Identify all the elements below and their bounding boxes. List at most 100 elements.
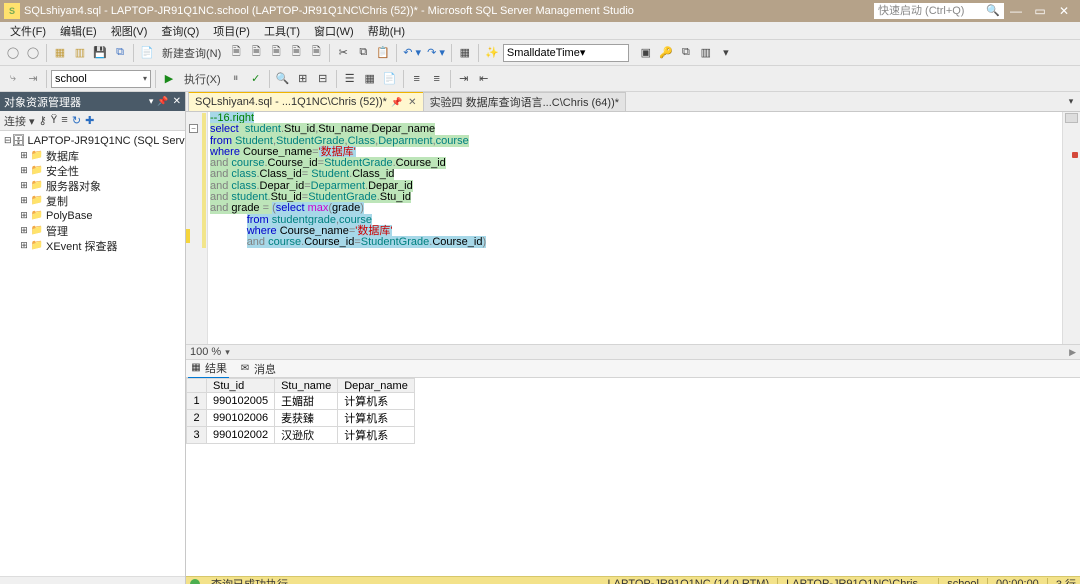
- menu-project[interactable]: 项目(P): [207, 22, 256, 40]
- table-cell[interactable]: 990102006: [207, 410, 275, 427]
- disconnect-icon[interactable]: ⇥: [24, 69, 42, 89]
- maximize-button[interactable]: ▭: [1028, 1, 1052, 21]
- split-handle-icon[interactable]: [1065, 113, 1078, 123]
- tree-node[interactable]: ⊞数据库: [0, 148, 185, 163]
- nav-fwd-button[interactable]: ◯: [24, 43, 42, 63]
- result-tab-messages[interactable]: ✉ 消息: [237, 360, 278, 378]
- zoom-value[interactable]: 100 %: [190, 346, 221, 358]
- panel-dropdown-icon[interactable]: ▾: [149, 96, 154, 107]
- wand-icon[interactable]: ✨: [483, 43, 501, 63]
- save-all-icon[interactable]: ⧉: [111, 43, 129, 63]
- nav-back-button[interactable]: ◯: [4, 43, 22, 63]
- table-cell[interactable]: 计算机系: [338, 393, 415, 410]
- opt1-icon[interactable]: ▣: [637, 43, 655, 63]
- tree-node[interactable]: ⊞XEvent 探查器: [0, 238, 185, 253]
- tab-active[interactable]: SQLshiyan4.sql - ...1Q1NC\Chris (52))* 📌…: [188, 92, 424, 111]
- plan-icon[interactable]: ⊞: [294, 69, 312, 89]
- editor-hscroll-right-icon[interactable]: ▶: [1069, 347, 1076, 358]
- panel-close-icon[interactable]: ✕: [173, 96, 181, 107]
- query-type2-icon[interactable]: 🗎: [247, 43, 265, 63]
- quick-launch-input[interactable]: 快速启动 (Ctrl+Q) 🔍: [874, 3, 1004, 19]
- table-cell[interactable]: 汉逊欣: [275, 427, 338, 444]
- minimize-button[interactable]: —: [1004, 1, 1028, 21]
- copy-icon[interactable]: ⧉: [354, 43, 372, 63]
- tree-node[interactable]: ⊞复制: [0, 193, 185, 208]
- parse-icon[interactable]: 🔍: [274, 69, 292, 89]
- new-query-icon[interactable]: 📄: [138, 43, 156, 63]
- column-header[interactable]: Stu_id: [207, 379, 275, 393]
- ytick-icon[interactable]: Ÿ: [51, 115, 58, 127]
- object-tree[interactable]: ⊟ LAPTOP-JR91Q1NC (SQL Server 14.0. ⊞数据库…: [0, 131, 185, 576]
- zoom-dropdown-icon[interactable]: ▾: [225, 347, 230, 358]
- table-cell[interactable]: 计算机系: [338, 410, 415, 427]
- undo-icon[interactable]: ↶ ▾: [401, 43, 423, 63]
- opt5-icon[interactable]: ▾: [717, 43, 735, 63]
- tab-other[interactable]: 实验四 数据库查询语言...C\Chris (64))*: [423, 92, 626, 111]
- menu-query[interactable]: 查询(Q): [155, 22, 205, 40]
- results-grid[interactable]: Stu_idStu_nameDepar_name1990102005王媚甜计算机…: [186, 378, 1080, 444]
- object-explorer-scrollbar[interactable]: [0, 576, 185, 584]
- code-scrollbar[interactable]: [1062, 112, 1080, 344]
- query-type5-icon[interactable]: 🗎: [307, 43, 325, 63]
- table-row[interactable]: 2990102006麦获臻计算机系: [187, 410, 415, 427]
- comment-icon[interactable]: ≡: [408, 69, 426, 89]
- opt2-icon[interactable]: 🔑: [657, 43, 675, 63]
- tab-pin-icon[interactable]: 📌: [391, 97, 402, 108]
- query-type3-icon[interactable]: 🗎: [267, 43, 285, 63]
- query-type-icon[interactable]: 🗎: [227, 43, 245, 63]
- save-icon[interactable]: 💾: [91, 43, 109, 63]
- filter-icon[interactable]: ⚷: [39, 114, 47, 128]
- new-query-button[interactable]: 新建查询(N): [158, 43, 225, 63]
- table-cell[interactable]: 计算机系: [338, 427, 415, 444]
- fold-icon[interactable]: −: [189, 124, 198, 133]
- execute-button[interactable]: 执行(X): [180, 69, 225, 89]
- table-cell[interactable]: 990102002: [207, 427, 275, 444]
- result-file-icon[interactable]: 📄: [381, 69, 399, 89]
- arrow-icon[interactable]: ⤷: [4, 69, 22, 89]
- new-project-icon[interactable]: ▦: [51, 43, 69, 63]
- tree-node[interactable]: ⊞PolyBase: [0, 208, 185, 223]
- uncomment-icon[interactable]: ≡: [428, 69, 446, 89]
- opt4-icon[interactable]: ▥: [697, 43, 715, 63]
- column-header[interactable]: Depar_name: [338, 379, 415, 393]
- grid-icon[interactable]: ▦: [456, 43, 474, 63]
- type-combo[interactable]: SmalldateTime ▾: [503, 44, 629, 62]
- tree-node[interactable]: ⊞服务器对象: [0, 178, 185, 193]
- column-header[interactable]: Stu_name: [275, 379, 338, 393]
- execute-icon[interactable]: ▶: [160, 69, 178, 89]
- menu-window[interactable]: 窗口(W): [308, 22, 360, 40]
- close-button[interactable]: ✕: [1052, 1, 1076, 21]
- table-row[interactable]: 1990102005王媚甜计算机系: [187, 393, 415, 410]
- menu-help[interactable]: 帮助(H): [362, 22, 411, 40]
- result-text-icon[interactable]: ☰: [341, 69, 359, 89]
- tree-node[interactable]: ⊞管理: [0, 223, 185, 238]
- plus-icon[interactable]: ✚: [85, 114, 94, 128]
- paste-icon[interactable]: 📋: [374, 43, 392, 63]
- tab-close-icon[interactable]: ✕: [408, 97, 416, 108]
- cut-icon[interactable]: ✂: [334, 43, 352, 63]
- opt3-icon[interactable]: ⧉: [677, 43, 695, 63]
- cancel-icon[interactable]: ✓: [247, 69, 265, 89]
- panel-pin-icon[interactable]: 📌: [157, 96, 168, 107]
- open-icon[interactable]: ▥: [71, 43, 89, 63]
- result-tab-grid[interactable]: ▦ 结果: [188, 359, 229, 379]
- code-content[interactable]: --16.rightselect student.Stu_id,Stu_name…: [208, 112, 1062, 344]
- menu-tools[interactable]: 工具(T): [258, 22, 306, 40]
- connect-button[interactable]: 连接 ▾: [4, 113, 35, 129]
- query-type4-icon[interactable]: 🗎: [287, 43, 305, 63]
- db-combo[interactable]: school ▾: [51, 70, 151, 88]
- table-cell[interactable]: 990102005: [207, 393, 275, 410]
- table-cell[interactable]: 麦获臻: [275, 410, 338, 427]
- outdent-icon[interactable]: ⇤: [475, 69, 493, 89]
- debug-icon[interactable]: ⏸: [227, 69, 245, 89]
- tree-node[interactable]: ⊞安全性: [0, 163, 185, 178]
- menu-view[interactable]: 视图(V): [105, 22, 154, 40]
- table-cell[interactable]: 王媚甜: [275, 393, 338, 410]
- menu-edit[interactable]: 编辑(E): [54, 22, 103, 40]
- tree-root[interactable]: ⊟ LAPTOP-JR91Q1NC (SQL Server 14.0.: [0, 133, 185, 148]
- result-grid-icon[interactable]: ▦: [361, 69, 379, 89]
- stop-icon[interactable]: ↻: [72, 114, 81, 128]
- tabs-overflow-icon[interactable]: ▾: [1062, 92, 1080, 111]
- code-editor[interactable]: − --16.rightselect student.Stu_id,Stu_na…: [186, 112, 1080, 344]
- indent-icon[interactable]: ⇥: [455, 69, 473, 89]
